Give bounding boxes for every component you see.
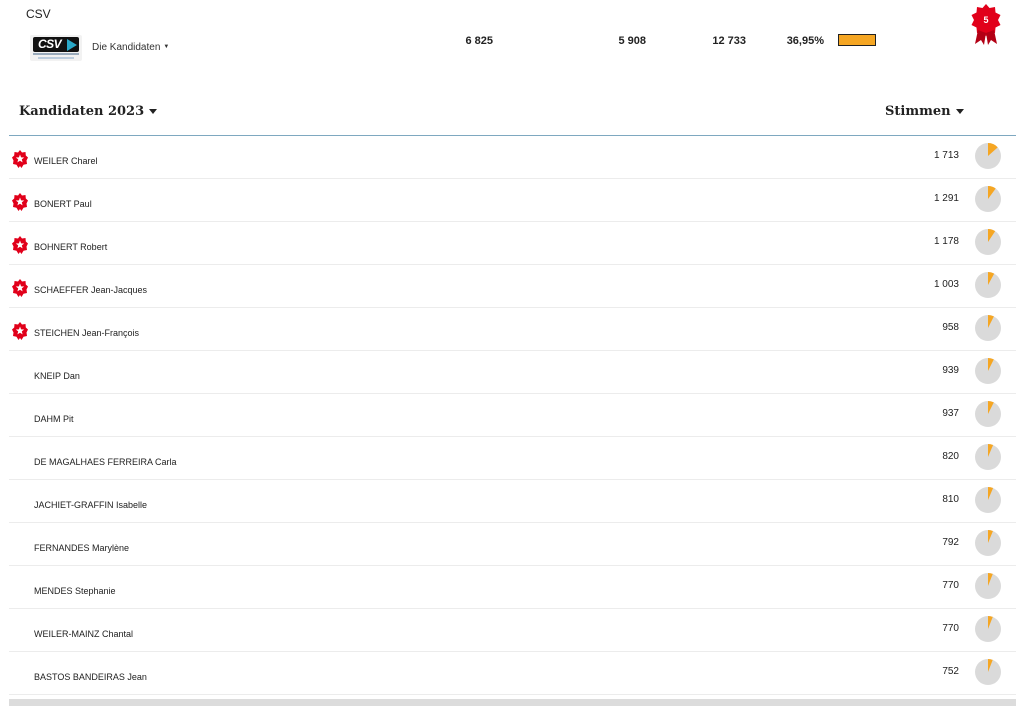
caret-down-icon — [955, 109, 964, 114]
vote-share-pie-icon — [975, 616, 1001, 642]
party-stat-3: 12 733 — [712, 35, 746, 47]
candidate-row[interactable]: BONERT Paul 1 291 — [9, 179, 1016, 222]
candidate-name: WEILER Charel — [34, 156, 98, 166]
candidate-votes: 937 — [942, 408, 959, 419]
candidate-votes: 752 — [942, 666, 959, 677]
candidate-name: SCHAEFFER Jean-Jacques — [34, 285, 148, 295]
elected-star-icon — [12, 236, 28, 254]
candidate-votes: 1 291 — [933, 193, 959, 204]
vote-share-pie-icon — [975, 358, 1001, 384]
candidate-name: BOHNERT Robert — [34, 242, 108, 252]
candidate-name: BONERT Paul — [34, 199, 92, 209]
candidate-name: JACHIET-GRAFFIN Isabelle — [34, 500, 148, 510]
party-percentage: 36,95% — [786, 35, 824, 47]
party-logo: CSV — [30, 35, 82, 61]
candidate-name: KNEIP Dan — [34, 371, 80, 381]
party-logo-text: CSV — [38, 37, 62, 51]
seats-badge: 5 — [971, 4, 1001, 46]
candidates-toggle-label: Die Kandidaten — [92, 42, 161, 53]
vote-share-pie-icon — [975, 186, 1001, 212]
candidate-row[interactable]: DE MAGALHAES FERREIRA Carla 820 — [9, 437, 1016, 480]
candidate-row[interactable]: MENDES Stephanie 770 — [9, 566, 1016, 609]
party-percentage-bar — [838, 34, 876, 46]
vote-share-pie-icon — [975, 401, 1001, 427]
candidate-name: DE MAGALHAES FERREIRA Carla — [34, 457, 177, 467]
candidate-votes: 810 — [942, 494, 959, 505]
party-logo-subline — [33, 53, 79, 55]
candidates-list: WEILER Charel 1 713 BONERT Paul 1 291 BOHNER… — [9, 136, 1016, 695]
candidate-name: FERNANDES Marylène — [34, 543, 130, 553]
candidates-dropdown-toggle[interactable]: Die Kandidaten ▼ — [92, 42, 169, 53]
vote-share-pie-icon — [975, 315, 1001, 341]
election-results-page: CSV CSV Die Kandidaten ▼ 6 825 5 908 12 7… — [0, 0, 1024, 706]
vote-share-pie-icon — [975, 229, 1001, 255]
candidates-column-label: Kandidaten 2023 — [19, 104, 145, 119]
party-percentage-bar-fill — [839, 35, 875, 45]
candidate-votes: 958 — [942, 322, 959, 333]
sort-candidates-button[interactable]: Kandidaten 2023 — [19, 104, 158, 119]
vote-share-pie-icon — [975, 530, 1001, 556]
horizontal-scrollbar[interactable] — [9, 699, 1016, 706]
vote-share-pie-icon — [975, 573, 1001, 599]
candidate-row[interactable]: STEICHEN Jean-François 958 — [9, 308, 1016, 351]
logo-arrow-icon — [67, 39, 77, 51]
candidate-votes: 939 — [942, 365, 959, 376]
candidate-name: MENDES Stephanie — [34, 586, 116, 596]
elected-star-icon — [12, 322, 28, 340]
candidate-votes: 770 — [942, 623, 959, 634]
party-stat-2: 5 908 — [618, 35, 646, 47]
vote-share-pie-icon — [975, 659, 1001, 685]
party-logo-subline-2 — [38, 57, 74, 59]
candidate-row[interactable]: JACHIET-GRAFFIN Isabelle 810 — [9, 480, 1016, 523]
candidate-row[interactable]: DAHM Pit 937 — [9, 394, 1016, 437]
candidate-name: STEICHEN Jean-François — [34, 328, 140, 338]
party-stat-1: 6 825 — [465, 35, 493, 47]
sort-votes-button[interactable]: Stimmen — [885, 104, 964, 119]
candidate-votes: 1 178 — [933, 236, 959, 247]
candidate-votes: 1 713 — [933, 150, 959, 161]
caret-down-icon — [149, 109, 158, 114]
candidate-row[interactable]: FERNANDES Marylène 792 — [9, 523, 1016, 566]
candidate-name: WEILER-MAINZ Chantal — [34, 629, 134, 639]
candidate-votes: 792 — [942, 537, 959, 548]
seats-count: 5 — [983, 15, 989, 25]
candidate-row[interactable]: BOHNERT Robert 1 178 — [9, 222, 1016, 265]
candidate-row[interactable]: BASTOS BANDEIRAS Jean 752 — [9, 652, 1016, 695]
vote-share-pie-icon — [975, 444, 1001, 470]
seat-rosette-icon — [971, 4, 1001, 45]
votes-column-label: Stimmen — [885, 104, 951, 119]
vote-share-pie-icon — [975, 272, 1001, 298]
candidate-votes: 1 003 — [933, 279, 959, 290]
candidates-table-header: Kandidaten 2023 Stimmen — [9, 95, 1016, 136]
candidate-name: DAHM Pit — [34, 414, 74, 424]
candidate-row[interactable]: WEILER Charel 1 713 — [9, 136, 1016, 179]
elected-star-icon — [12, 193, 28, 211]
candidate-row[interactable]: WEILER-MAINZ Chantal 770 — [9, 609, 1016, 652]
party-name: CSV — [26, 7, 51, 21]
party-logo-mark: CSV — [33, 37, 79, 52]
vote-share-pie-icon — [975, 487, 1001, 513]
vote-share-pie-icon — [975, 143, 1001, 169]
elected-star-icon — [12, 279, 28, 297]
elected-star-icon — [12, 150, 28, 168]
chevron-down-icon: ▼ — [163, 44, 170, 51]
candidate-row[interactable]: KNEIP Dan 939 — [9, 351, 1016, 394]
candidate-votes: 770 — [942, 580, 959, 591]
candidate-row[interactable]: SCHAEFFER Jean-Jacques 1 003 — [9, 265, 1016, 308]
candidate-name: BASTOS BANDEIRAS Jean — [34, 672, 147, 682]
candidate-votes: 820 — [942, 451, 959, 462]
